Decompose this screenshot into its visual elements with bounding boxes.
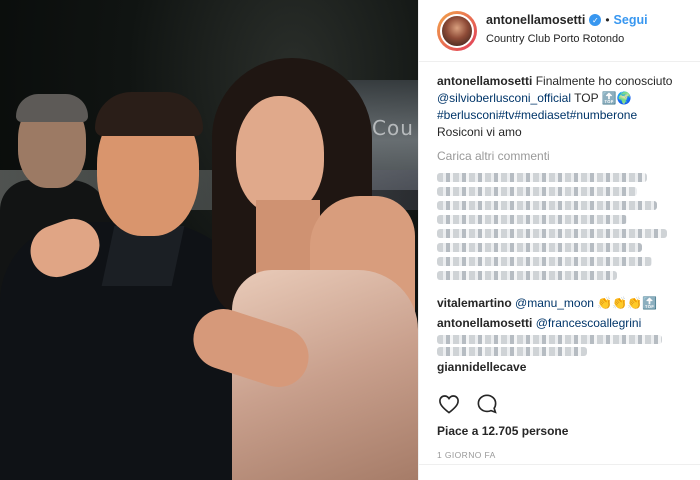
- comment-item: vitalemartino @manu_moon 👏👏👏🔝: [437, 295, 682, 311]
- man-hair: [95, 92, 203, 136]
- comment-username[interactable]: giannidellecave: [437, 360, 526, 374]
- comment-item: giannidellecave: [437, 359, 682, 375]
- comment-bubble-icon: [477, 394, 497, 414]
- blurred-line: [437, 243, 642, 252]
- blurred-comments: [437, 169, 682, 291]
- comments-section: antonellamosetti Finalmente ho conosciut…: [419, 62, 700, 382]
- instagram-post: Cou antonellamosetti ✓ • Segui Country C…: [0, 0, 700, 480]
- header-username[interactable]: antonellamosetti: [486, 13, 585, 27]
- heart-icon: [439, 395, 459, 414]
- comment-item: antonellamosetti @francescoallegrini: [437, 315, 682, 331]
- caption-username[interactable]: antonellamosetti: [437, 74, 532, 88]
- background-man-hair: [16, 94, 88, 122]
- blurred-line: [437, 257, 652, 266]
- comment-mention[interactable]: @manu_moon: [515, 296, 594, 310]
- blurred-comments: [437, 333, 682, 356]
- post-photo[interactable]: Cou: [0, 0, 418, 480]
- post-timestamp: 1 GIORNO FA: [437, 450, 496, 460]
- blurred-line: [437, 201, 657, 210]
- load-more-comments-button[interactable]: Carica altri commenti: [437, 149, 682, 163]
- comment-text: 👏👏👏🔝: [597, 296, 658, 310]
- caption-last-line: Rosiconi vi amo: [437, 125, 522, 139]
- comment-username[interactable]: vitalemartino: [437, 296, 512, 310]
- separator-dot: •: [605, 13, 610, 27]
- blurred-line: [437, 173, 647, 182]
- like-button[interactable]: [437, 392, 461, 416]
- background-sign-text: Cou: [372, 116, 414, 140]
- woman-face: [236, 96, 324, 214]
- comment-username[interactable]: antonellamosetti: [437, 316, 532, 330]
- follow-button[interactable]: Segui: [614, 13, 648, 27]
- header-line: antonellamosetti ✓ • Segui: [486, 13, 648, 27]
- post-header: antonellamosetti ✓ • Segui Country Club …: [419, 0, 700, 62]
- caption-text: Finalmente ho conosciuto: [535, 74, 673, 88]
- comment-mention[interactable]: @francescoallegrini: [536, 316, 642, 330]
- comment-button[interactable]: [475, 392, 499, 416]
- verified-badge-icon: ✓: [589, 14, 602, 26]
- post-caption: antonellamosetti Finalmente ho conosciut…: [437, 73, 682, 141]
- blurred-line: [437, 229, 667, 238]
- caption-mention[interactable]: @silvioberlusconi_official: [437, 91, 571, 105]
- caption-hashtags[interactable]: #berlusconi#tv#mediaset#numberone: [437, 107, 682, 124]
- post-side-panel: antonellamosetti ✓ • Segui Country Club …: [418, 0, 700, 480]
- location-link[interactable]: Country Club Porto Rotondo: [486, 33, 648, 45]
- likes-count[interactable]: Piace a 12.705 persone: [437, 424, 568, 438]
- blurred-line: [437, 187, 637, 196]
- blurred-line: [437, 271, 617, 280]
- divider: [419, 464, 700, 465]
- header-text: antonellamosetti ✓ • Segui Country Club …: [486, 13, 648, 45]
- blurred-line: [437, 335, 662, 344]
- avatar[interactable]: [440, 14, 474, 48]
- post-actions: [437, 392, 499, 416]
- blurred-line: [437, 347, 587, 356]
- avatar-story-ring[interactable]: [437, 11, 477, 51]
- blurred-line: [437, 215, 627, 224]
- caption-suffix: TOP 🔝🌍: [574, 91, 632, 105]
